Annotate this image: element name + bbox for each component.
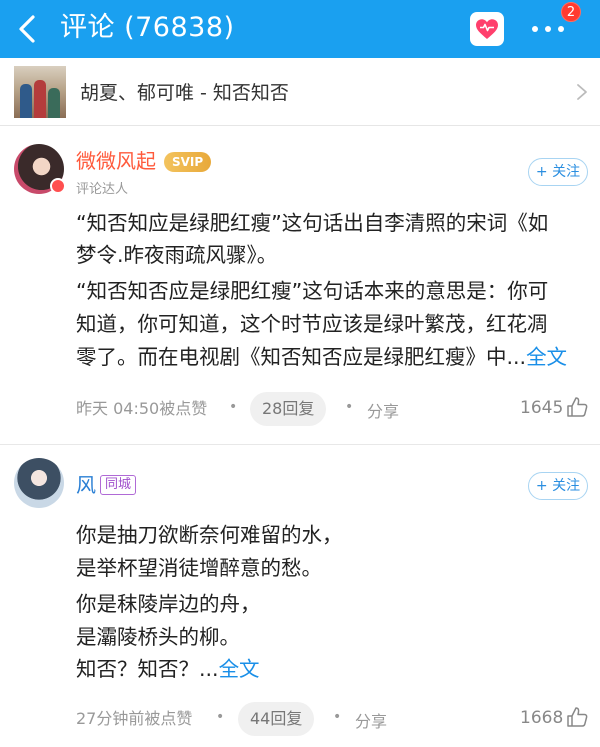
city-badge: 同城 — [100, 475, 137, 495]
comment-line: 知否？知否？...全文 — [76, 654, 260, 684]
read-more-link[interactable]: 全文 — [219, 657, 260, 681]
comment-line: 是举杯望消徒增醉意的愁。 — [76, 556, 322, 580]
share-button[interactable]: 分享 — [367, 398, 399, 422]
username[interactable]: 微微风起 — [76, 148, 156, 174]
separator: • — [333, 709, 342, 725]
like-count: 1668 — [520, 708, 564, 728]
follow-button[interactable]: + 关注 — [528, 158, 588, 186]
comment-item: 风 同城 + 关注 你是抽刀欲断奈何难留的水， 是举杯望消徒增醉意的愁。 你是秣… — [0, 444, 600, 747]
comment-item: 微微风起 SVIP 评论达人 + 关注 “知否知应是绿肥红瘦”这句话出自李清照的… — [0, 126, 600, 446]
thumbs-up-icon[interactable] — [566, 706, 588, 728]
thumbs-up-icon[interactable] — [566, 396, 588, 418]
separator: • — [216, 709, 225, 725]
follow-button[interactable]: + 关注 — [528, 472, 588, 500]
chevron-right-icon — [577, 84, 587, 100]
separator: • — [229, 399, 238, 415]
reply-button[interactable]: 28回复 — [250, 392, 327, 426]
comment-line-text: 知否？知否？... — [76, 657, 219, 681]
heart-icon — [476, 19, 498, 39]
share-button[interactable]: 分享 — [355, 708, 387, 732]
like-count: 1645 — [520, 398, 564, 418]
comment-line-text: 零了。而在电视剧《知否知否应是绿肥红瘦》中... — [76, 345, 527, 369]
comment-line: 你是秣陵岸边的舟， — [76, 592, 261, 616]
comment-line: 梦令.昨夜雨疏风骤》。 — [76, 243, 278, 267]
read-more-link[interactable]: 全文 — [526, 345, 567, 369]
separator: • — [345, 399, 354, 415]
comment-line: 知道，你可知道，这个时节应该是绿叶繁茂，红花凋 — [76, 312, 548, 336]
song-thumbnail — [14, 66, 66, 118]
comment-time: 27分钟前被点赞 — [76, 709, 193, 728]
star-badge-icon — [50, 178, 66, 194]
heart-button[interactable] — [470, 12, 504, 46]
page-title: 评论 (76838) — [60, 12, 235, 43]
source-song-link[interactable]: 胡夏、郁可唯 - 知否知否 — [0, 58, 600, 126]
comment-time: 昨天 04:50被点赞 — [76, 399, 208, 418]
vip-badge: SVIP — [164, 152, 212, 172]
comment-line: “知否知应是绿肥红瘦”这句话出自李清照的宋词《如 — [76, 211, 549, 235]
comment-line: 零了。而在电视剧《知否知否应是绿肥红瘦》中...全文 — [76, 342, 567, 372]
source-title: 胡夏、郁可唯 - 知否知否 — [80, 82, 289, 104]
comment-line: 是灞陵桥头的柳。 — [76, 625, 240, 649]
reply-button[interactable]: 44回复 — [238, 702, 315, 736]
back-arrow-icon[interactable] — [12, 12, 46, 46]
avatar[interactable] — [14, 458, 64, 508]
user-tag: 评论达人 — [76, 182, 129, 197]
notification-badge: 2 — [561, 2, 581, 22]
username[interactable]: 风 — [76, 472, 96, 498]
top-bar: 评论 (76838) 2 — [0, 0, 600, 58]
comment-line: “知否知否应是绿肥红瘦”这句话本来的意思是：你可 — [76, 279, 549, 303]
comment-line: 你是抽刀欲断奈何难留的水， — [76, 523, 343, 547]
